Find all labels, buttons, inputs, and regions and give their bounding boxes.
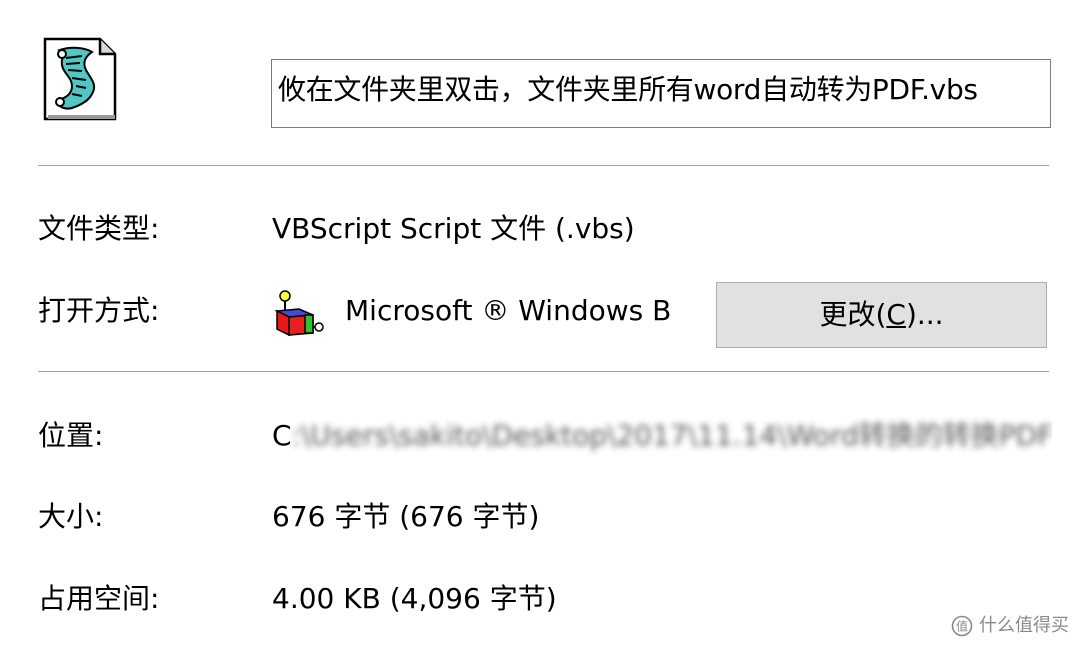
filename-text: 攸在文件夹里双击，文件夹里所有word自动转为PDF.vbs xyxy=(278,73,978,106)
smzdm-logo-icon: 值 xyxy=(951,615,973,637)
watermark-text: 什么值得买 xyxy=(979,615,1069,636)
location-drive: C xyxy=(272,419,292,452)
default-app-name: Microsoft ® Windows B xyxy=(345,294,672,327)
watermark: 值 什么值得买 xyxy=(951,612,1069,640)
svg-text:值: 值 xyxy=(956,619,968,634)
file-type-value: VBScript Script 文件 (.vbs) xyxy=(272,212,635,245)
size-on-disk-label: 占用空间: xyxy=(38,582,160,615)
file-properties-panel: 攸在文件夹里双击，文件夹里所有word自动转为PDF.vbs 文件类型: VBS… xyxy=(0,0,1080,649)
size-on-disk-value: 4.00 KB (4,096 字节) xyxy=(272,582,557,615)
change-button-label: 更改( xyxy=(819,298,887,331)
divider xyxy=(38,165,1049,166)
opens-with-label: 打开方式: xyxy=(38,294,160,327)
location-label: 位置: xyxy=(38,419,104,452)
size-value: 676 字节 (676 字节) xyxy=(272,500,540,533)
file-type-label: 文件类型: xyxy=(38,212,160,245)
change-button-suffix: )... xyxy=(905,298,944,331)
windows-script-host-icon xyxy=(273,289,327,337)
vbs-script-file-icon xyxy=(42,36,118,122)
location-path-blurred: :\Users\sakito\Desktop\2017\11.14\Word转换… xyxy=(291,419,1052,452)
divider xyxy=(38,371,1049,372)
change-button-mnemonic: C xyxy=(886,298,906,331)
change-app-button[interactable]: 更改(C)... xyxy=(716,282,1047,348)
filename-field[interactable]: 攸在文件夹里双击，文件夹里所有word自动转为PDF.vbs xyxy=(271,59,1051,128)
size-label: 大小: xyxy=(38,500,104,533)
location-value[interactable]: C:\Users\sakito\Desktop\2017\11.14\Word转… xyxy=(272,416,1052,456)
